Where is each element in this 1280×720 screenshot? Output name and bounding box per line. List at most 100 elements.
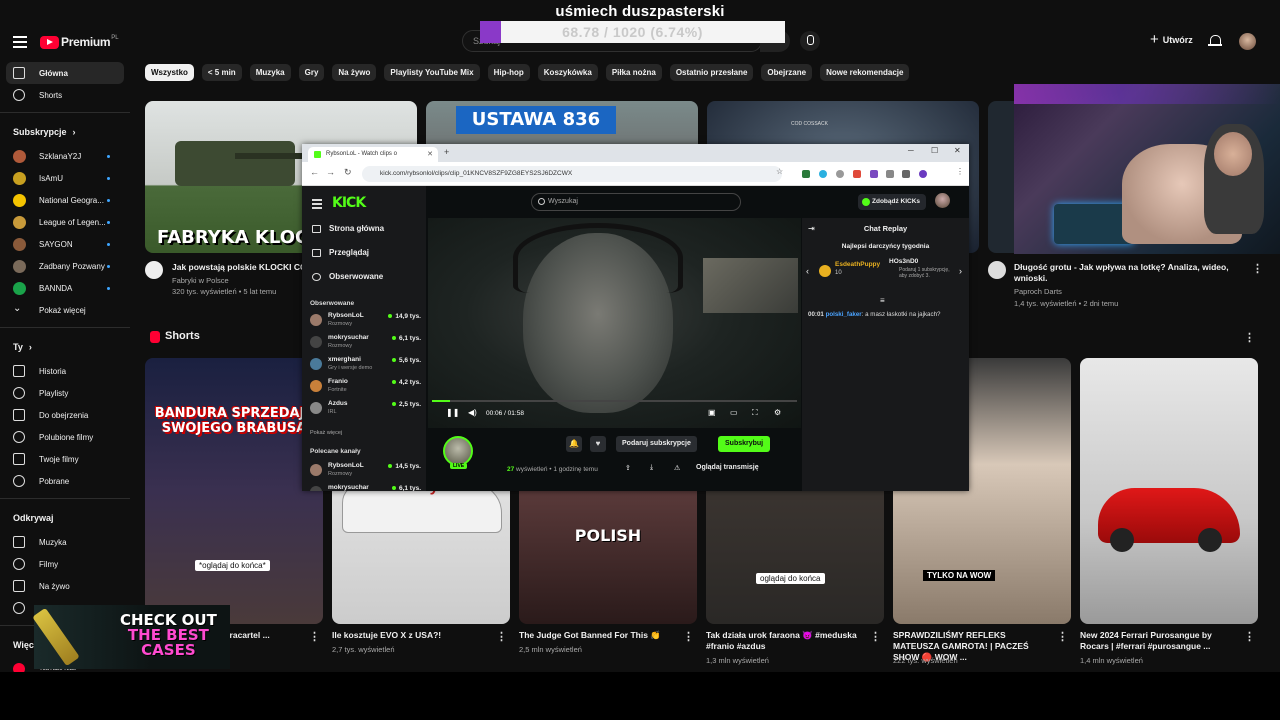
video-channel[interactable]: Paproch Darts [1014,286,1062,297]
channel-avatar[interactable] [443,436,473,466]
sidebar-item-video[interactable]: Twoje filmy [0,448,130,470]
kick-nav-following[interactable]: Obserwowane [312,272,383,281]
kick-channel-item[interactable]: Franio Fortnite 4,2 tys. [307,376,423,398]
forward-icon[interactable]: → [326,167,335,177]
bell-icon[interactable]: 🔔 [566,436,582,452]
menu-icon[interactable] [312,199,322,211]
sidebar-item-home[interactable]: Główna [6,62,124,84]
theater-icon[interactable]: ▭ [730,408,738,417]
player-progress-bar[interactable] [432,400,797,402]
kick-channel-item[interactable]: RybsonLoL Rozmowy 14,5 tys. [307,460,423,482]
more-options-icon[interactable]: ⋮ [683,630,694,643]
menu-icon[interactable] [13,36,27,48]
chip-filter[interactable]: Hip-hop [487,64,530,81]
avatar[interactable] [935,193,950,208]
chip-filter[interactable]: Gry [298,64,325,81]
more-options-icon[interactable]: ⋮ [1252,262,1263,275]
extension-icon[interactable] [886,170,894,178]
new-tab-icon[interactable]: + [444,147,449,157]
fullscreen-icon[interactable]: ⛶ [752,408,758,418]
video-title[interactable]: Długość grotu - Jak wpływa na lotkę? Ana… [1014,262,1244,284]
url-field[interactable]: kick.com/rybsonlol/clips/clip_01KNCV8SZF… [362,166,782,182]
sidebar-subscription-item[interactable]: League of Legen... [0,211,130,233]
kick-nav-browse[interactable]: Przeglądaj [312,248,369,257]
kick-channel-item[interactable]: mokrysuchar Rozmowy 6,1 tys. [307,332,423,354]
sidebar-item-download[interactable]: Pobrane [0,470,130,492]
chevron-right-icon[interactable]: › [959,266,962,276]
volume-icon[interactable]: ◀) [468,408,477,417]
video-channel[interactable]: Fabryki w Polsce [172,275,229,286]
extension-icon[interactable] [836,170,844,178]
video-title[interactable]: Jak powstają polskie KLOCKI CO... [172,262,312,273]
channel-avatar[interactable] [145,261,163,279]
sidebar-show-more[interactable]: ⌄ Pokaż więcej [0,299,130,321]
sidebar-item-clock[interactable]: Do obejrzenia [0,404,130,426]
kick-search-input[interactable]: Wyszukaj [531,193,741,211]
profile-icon[interactable] [919,170,927,178]
sidebar-item-shorts[interactable]: Shorts [0,84,130,106]
sidebar-item-music[interactable]: Muzyka [0,531,130,553]
chip-filter[interactable]: Playlisty YouTube Mix [384,64,480,81]
extension-icon[interactable] [902,170,910,178]
extension-icon[interactable] [819,170,827,178]
share-icon[interactable]: ⇪ [625,464,631,472]
kick-channel-item[interactable]: RybsonLoL Rozmowy 14,9 tys. [307,310,423,332]
close-window-icon[interactable]: ✕ [954,146,961,155]
show-more-link[interactable]: Pokaż więcej [310,430,342,436]
sidebar-item-film[interactable]: Filmy [0,553,130,575]
gift-subs-button[interactable]: Podaruj subskrypcje [616,436,697,452]
sidebar-subscription-item[interactable]: BANNDA [0,277,130,299]
more-options-icon[interactable]: ⋮ [1244,331,1255,344]
extension-icon[interactable] [870,170,878,178]
chip-filter[interactable]: Muzyka [249,64,291,81]
short-title[interactable]: The Judge Got Banned For This 👏 [519,630,679,641]
more-options-icon[interactable]: ⋮ [1057,630,1068,643]
minimize-icon[interactable]: ─ [908,146,914,155]
sidebar-subscription-item[interactable]: IsAmU [0,167,130,189]
chip-filter[interactable]: Na żywo [332,64,377,81]
sidebar-item-history[interactable]: Historia [0,360,130,382]
extension-icon[interactable] [802,170,810,178]
kick-channel-item[interactable]: mokrysuchar 6,1 tys. [307,482,423,491]
more-options-icon[interactable]: ⋮ [309,630,320,643]
back-icon[interactable]: ← [310,167,319,177]
short-thumbnail[interactable]: BANDURA SPRZEDAJE SWOJEGO BRABUSA *ogląd… [145,358,323,624]
channel-avatar[interactable] [988,261,1006,279]
avatar[interactable] [1239,33,1256,50]
browser-tab[interactable]: RybsonLoL - Watch clips o ✕ [308,147,438,162]
chevron-left-icon[interactable]: ‹ [806,266,809,276]
chip-filter[interactable]: Ostatnio przesłane [669,64,754,81]
sidebar-subscription-item[interactable]: SzklanaY2J [0,145,130,167]
extension-icon[interactable] [853,170,861,178]
sidebar-subscription-item[interactable]: National Geogra... [0,189,130,211]
you-heading[interactable]: Ty › [0,334,130,360]
subscriptions-heading[interactable]: Subskrypcje › [0,119,130,145]
get-kicks-button[interactable]: Zdobądź KICKs [858,194,927,210]
short-title[interactable]: Ile kosztuje EVO X z USA?! [332,630,492,641]
sidebar-item-playlist[interactable]: Playlisty [0,382,130,404]
sidebar-item-like[interactable]: Polubione filmy [0,426,130,448]
maximize-icon[interactable]: ☐ [931,146,938,155]
reload-icon[interactable]: ↻ [344,167,352,178]
mic-icon[interactable] [800,31,820,51]
browser-menu-icon[interactable]: ⋮ [956,167,964,176]
kick-channel-item[interactable]: Azdus IRL 2,5 tys. [307,398,423,420]
bookmark-star-icon[interactable]: ☆ [776,167,783,176]
settings-gear-icon[interactable]: ⚙ [774,408,781,417]
chip-filter[interactable]: < 5 min [201,64,242,81]
clip-icon[interactable]: ▣ [708,408,716,417]
chip-filter[interactable]: Piłka nożna [605,64,662,81]
chip-filter[interactable]: Koszykówka [537,64,598,81]
pause-icon[interactable]: ❚❚ [446,408,459,417]
more-options-icon[interactable]: ⋮ [496,630,507,643]
clip-player[interactable]: ❚❚ ◀) 00:06 / 01:58 ▣ ▭ ⛶ ⚙ [428,218,801,428]
bell-icon[interactable] [1208,34,1222,48]
watch-stream-link[interactable]: Oglądaj transmisję [696,464,759,471]
heart-icon[interactable]: ♥ [590,436,606,452]
create-button[interactable]: + Utwórz [1150,32,1193,47]
kick-channel-item[interactable]: xmerghani Gry i wersje demo 5,6 tys. [307,354,423,376]
subscribe-button[interactable]: Subskrybuj [718,436,771,452]
more-options-icon[interactable]: ⋮ [1244,630,1255,643]
kick-nav-home[interactable]: Strona główna [312,224,384,233]
short-title[interactable]: Tak działa urok faraona 😈 #meduska #fran… [706,630,866,652]
